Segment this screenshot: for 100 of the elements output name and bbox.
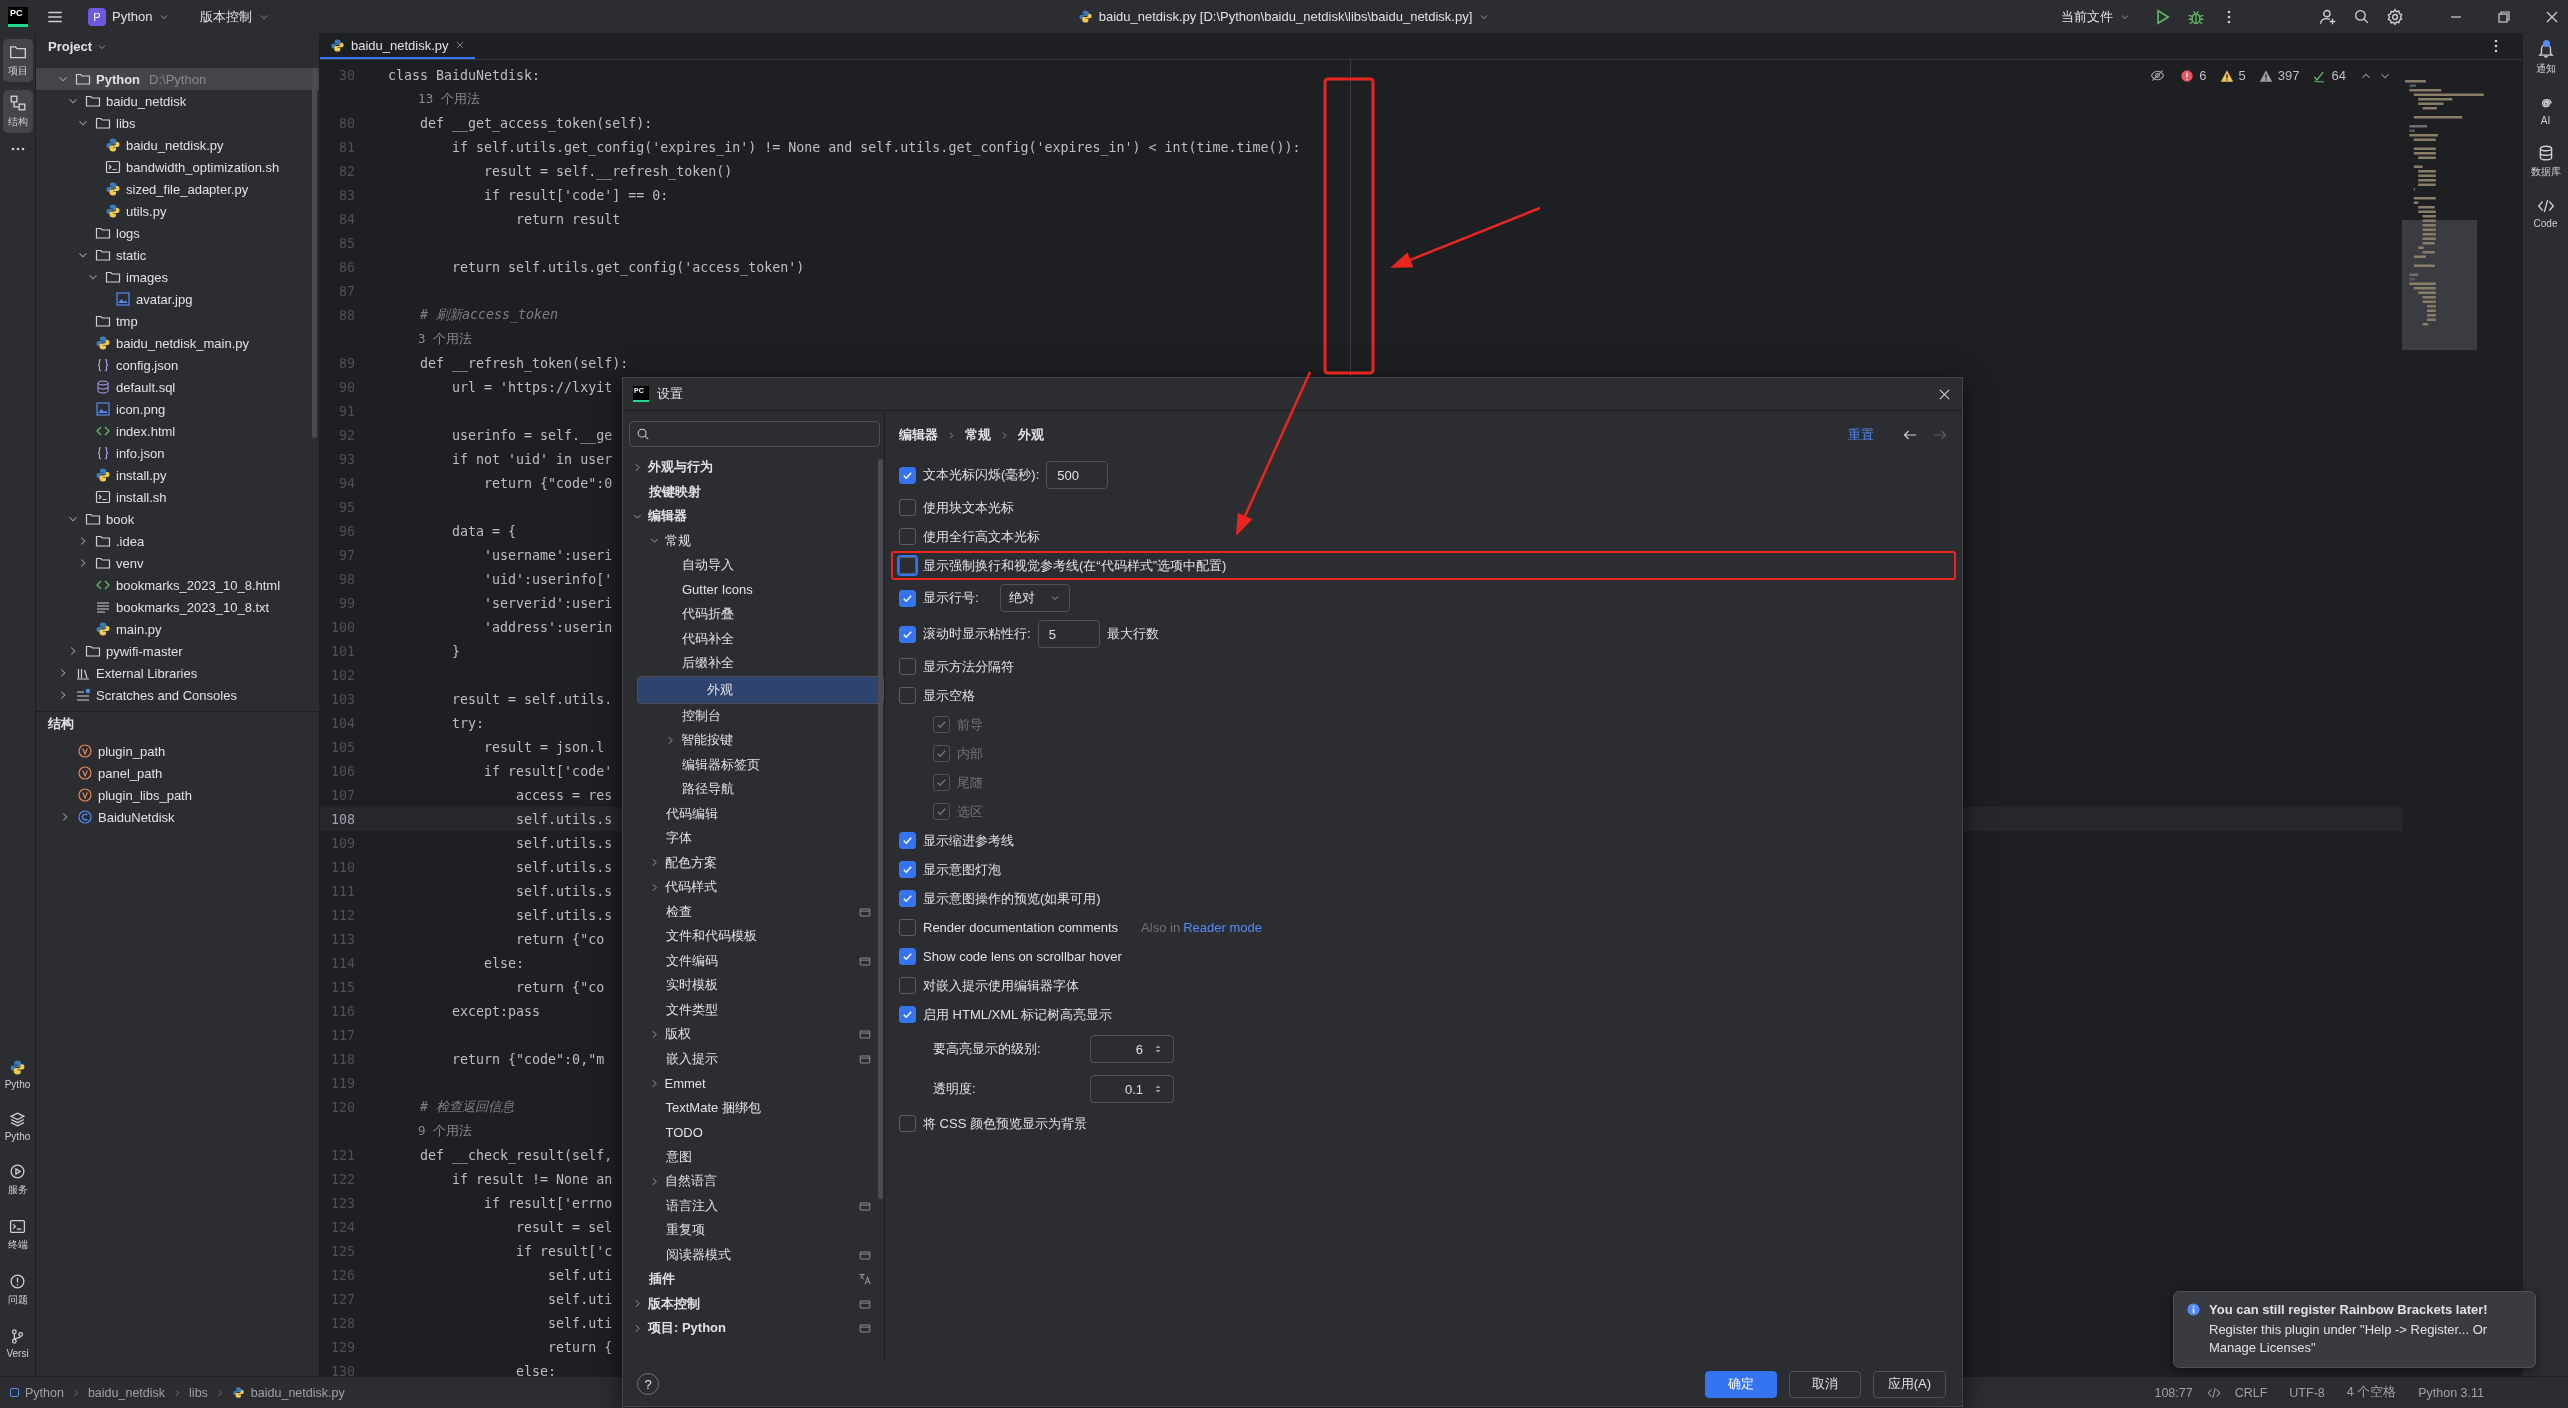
project-selector[interactable]: P Python — [82, 3, 177, 30]
tree-row[interactable]: sized_file_adapter.py — [36, 178, 319, 200]
tree-row[interactable]: default.sql — [36, 376, 319, 398]
tree-item[interactable]: 版权 — [623, 1022, 884, 1047]
checkbox[interactable] — [899, 919, 916, 936]
tree-item[interactable]: 文件和代码模板 — [623, 924, 884, 949]
interpreter-selector[interactable]: Python 3.11 — [2410, 1385, 2492, 1400]
tree-item[interactable]: Emmet — [623, 1071, 884, 1096]
symbol-name[interactable]: panel_path — [98, 765, 163, 781]
tool-window-button[interactable]: 数据库 — [2528, 142, 2563, 181]
tree-item[interactable]: 代码折叠 — [623, 602, 884, 627]
tree-row[interactable]: libs — [36, 112, 319, 134]
search-icon[interactable] — [2353, 8, 2370, 25]
checkbox[interactable] — [899, 890, 916, 907]
tree-item[interactable]: Gutter Icons — [623, 577, 884, 602]
tree-item[interactable]: 代码样式 — [623, 875, 884, 900]
tree-row[interactable]: .idea — [36, 530, 319, 552]
tree-item[interactable]: 代码编辑 — [623, 801, 884, 826]
tree-item[interactable]: TextMate 捆绑包 — [623, 1095, 884, 1120]
tree-row[interactable]: install.py — [36, 464, 319, 486]
tool-window-button[interactable]: 结构 — [2, 90, 33, 133]
tree-row[interactable]: icon.png — [36, 398, 319, 420]
tool-window-button[interactable]: 项目 — [2, 39, 33, 82]
tree-item[interactable]: 控制台 — [623, 703, 884, 728]
dialog-button[interactable]: 取消 — [1788, 1370, 1861, 1398]
breadcrumb-link[interactable]: baidu_netdisk.py — [250, 1385, 345, 1400]
tree-row[interactable]: avatar.jpg — [36, 288, 319, 310]
tree-item[interactable]: TODO — [623, 1120, 884, 1145]
tree-item[interactable]: 阅读器模式 — [623, 1242, 884, 1267]
tree-row[interactable]: main.py — [36, 618, 319, 640]
tree-item[interactable]: 外观 — [637, 675, 884, 704]
tree-item[interactable]: 文件类型 — [623, 997, 884, 1022]
tool-window-button[interactable]: AI — [2534, 92, 2557, 128]
close-icon[interactable] — [454, 40, 465, 50]
reader-mode-link[interactable]: Reader mode — [1183, 920, 1262, 935]
tree-row[interactable]: tmp — [36, 310, 319, 332]
tree-item[interactable]: 配色方案 — [623, 850, 884, 875]
line-separator[interactable]: CRLF — [2226, 1385, 2276, 1400]
tree-row[interactable]: info.json — [36, 442, 319, 464]
tree-item[interactable]: 字体 — [623, 826, 884, 851]
eye-off-icon[interactable] — [2150, 68, 2166, 83]
tree-row[interactable]: bandwidth_optimization.sh — [36, 156, 319, 178]
settings-icon[interactable] — [2386, 7, 2404, 26]
tree-row[interactable]: Python D:\Python — [36, 68, 319, 90]
tool-window-button[interactable]: Pytho — [2, 1055, 33, 1094]
checkbox[interactable] — [899, 861, 916, 878]
number-field[interactable]: 500 — [1046, 461, 1109, 489]
tree-row[interactable]: images — [36, 266, 319, 288]
tree-item[interactable]: 自然语言 — [623, 1169, 884, 1194]
tree-item[interactable]: 嵌入提示 — [623, 1046, 884, 1071]
vcs-menu[interactable]: 版本控制 — [194, 3, 277, 30]
tree-row[interactable]: static — [36, 244, 319, 266]
tree-row[interactable]: Scratches and Consoles — [36, 684, 319, 706]
tool-window-button[interactable]: 终端 — [2, 1214, 33, 1256]
tree-row[interactable]: config.json — [36, 354, 319, 376]
number-spinner[interactable]: 0.1 — [1090, 1075, 1174, 1103]
tree-item[interactable]: 实时模板 — [623, 973, 884, 998]
tool-window-button[interactable]: Code — [2531, 195, 2560, 231]
checkbox[interactable] — [899, 687, 916, 704]
add-user-icon[interactable] — [2319, 7, 2337, 26]
number-field[interactable]: 5 — [1037, 620, 1100, 648]
indent-setting[interactable]: 4 个空格 — [2338, 1384, 2405, 1401]
tree-row[interactable]: baidu_netdisk.py — [36, 134, 319, 156]
run-configuration[interactable]: 当前文件 — [2055, 3, 2137, 30]
dropdown[interactable]: 绝对 — [999, 584, 1070, 612]
typo-count[interactable]: 64 — [2331, 68, 2346, 83]
file-encoding[interactable]: UTF-8 — [2281, 1385, 2333, 1400]
tree-row[interactable]: logs — [36, 222, 319, 244]
tree-item[interactable]: 外观与行为 — [623, 455, 884, 480]
caret-position[interactable]: 108:77 — [2146, 1385, 2201, 1400]
checkbox[interactable] — [899, 832, 916, 849]
tree-row[interactable]: install.sh — [36, 486, 319, 508]
code-icon[interactable] — [2206, 1385, 2221, 1400]
tool-window-button[interactable]: Versi — [2, 1324, 33, 1363]
number-spinner[interactable]: 6 — [1090, 1035, 1174, 1063]
panel-header[interactable]: Project — [36, 33, 319, 60]
tree-item[interactable]: 文件编码 — [623, 948, 884, 973]
checkbox[interactable] — [899, 528, 916, 545]
symbol-name[interactable]: BaiduNetdisk — [98, 809, 175, 825]
checkbox[interactable] — [899, 1006, 916, 1023]
error-count[interactable]: 6 — [2199, 68, 2207, 83]
symbol-name[interactable]: plugin_path — [98, 743, 166, 759]
warning-count[interactable]: 5 — [2238, 68, 2246, 83]
tree-item[interactable]: 路径导航 — [623, 777, 884, 802]
tree-item[interactable]: 编辑器 — [623, 504, 884, 529]
tool-window-button[interactable]: 通知 — [2533, 39, 2558, 78]
breadcrumb-link[interactable]: baidu_netdisk — [87, 1385, 166, 1400]
tool-window-button[interactable]: Pytho — [2, 1107, 33, 1146]
editor-tab[interactable]: baidu_netdisk.py — [320, 33, 475, 59]
checkbox[interactable] — [899, 948, 916, 965]
breadcrumb-link[interactable]: Python — [25, 1385, 64, 1400]
tree-row[interactable]: index.html — [36, 420, 319, 442]
checkbox[interactable] — [899, 625, 916, 643]
tree-row[interactable]: pywifi-master — [36, 640, 319, 662]
tree-item[interactable]: 重复项 — [623, 1218, 884, 1243]
tree-row[interactable]: bookmarks_2023_10_8.txt — [36, 596, 319, 618]
tool-window-button[interactable]: 问题 — [2, 1269, 33, 1311]
checkbox[interactable] — [899, 658, 916, 675]
tree-item[interactable]: 项目: Python — [623, 1316, 884, 1341]
tree-row[interactable]: utils.py — [36, 200, 319, 222]
